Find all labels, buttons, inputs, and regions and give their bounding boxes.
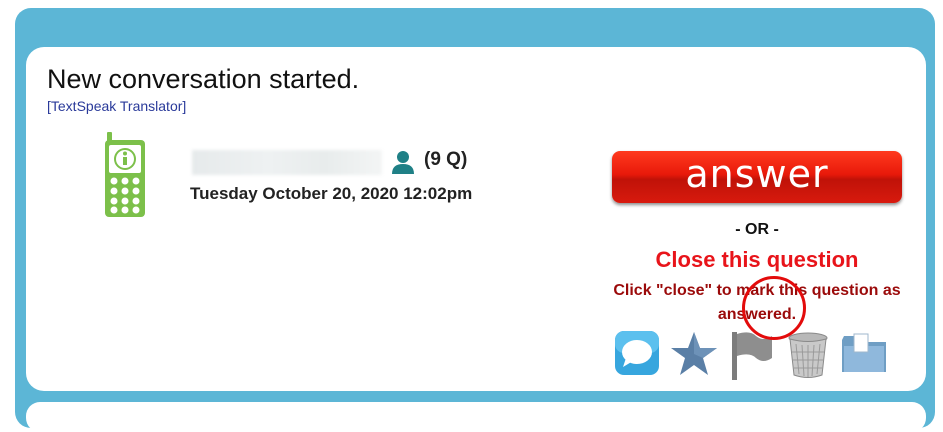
flag-icon[interactable] [730,330,774,385]
or-separator: - OR - [735,221,779,238]
folder-icon[interactable] [840,330,888,381]
page-title: New conversation started. [47,64,360,94]
action-icon-bar [614,330,894,380]
trash-can-icon[interactable] [786,330,830,385]
next-conversation-card [26,402,926,432]
textspeak-translator-link[interactable]: [TextSpeak Translator] [47,98,186,114]
chat-bubble-icon[interactable] [614,330,660,381]
answer-button[interactable]: answer [612,151,902,203]
person-icon [391,150,415,179]
close-instructions: Click "close" to mark this question as a… [613,282,901,323]
phone-info-icon [103,132,147,223]
close-question-link[interactable]: Close this question [587,247,927,273]
conversation-date: Tuesday October 20, 2020 12:02pm [190,184,473,203]
conversation-card: New conversation started. [TextSpeak Tra… [26,47,926,391]
star-icon[interactable] [670,330,718,383]
question-count: (9 Q) [424,149,468,170]
redacted-customer-name [192,150,382,175]
